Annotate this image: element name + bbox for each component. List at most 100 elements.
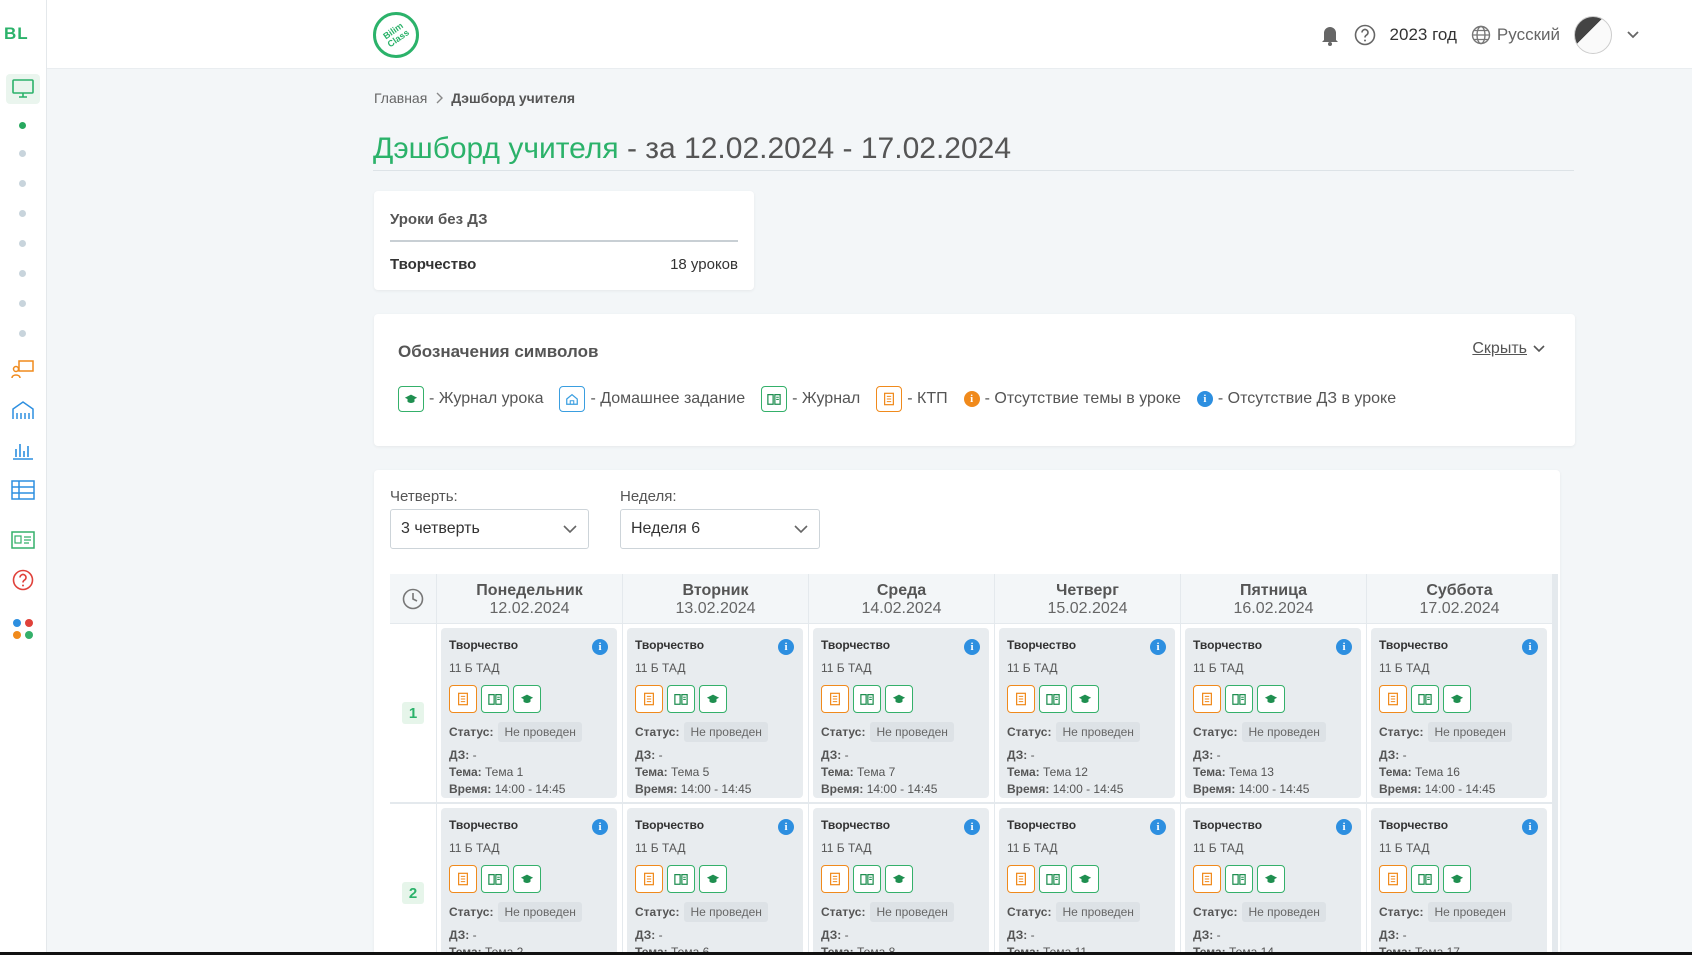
- lesson-status: Статус: Не проведен: [635, 722, 768, 742]
- journal-book-icon[interactable]: [1039, 685, 1067, 713]
- lesson-card[interactable]: Творчество i 11 Б ТАД Статус: Не проведен…: [1185, 808, 1361, 955]
- lesson-journal-cap-icon[interactable]: [1071, 685, 1099, 713]
- homework-house-icon: [559, 386, 586, 412]
- lesson-card[interactable]: Творчество i 11 Б ТАД Статус: Не проведен…: [1185, 628, 1361, 798]
- journal-book-icon[interactable]: [853, 685, 881, 713]
- ktp-document-icon[interactable]: [821, 685, 849, 713]
- brand-logo[interactable]: Bilim Class: [373, 12, 419, 58]
- lesson-card[interactable]: Творчество i 11 Б ТАД Статус: Не проведен…: [813, 808, 989, 955]
- question-icon[interactable]: [1354, 24, 1376, 46]
- hw-value: -: [1030, 748, 1035, 762]
- lesson-journal-cap-icon[interactable]: [1071, 865, 1099, 893]
- info-icon[interactable]: i: [1336, 639, 1352, 655]
- lesson-card[interactable]: Творчество i 11 Б ТАД Статус: Не проведен…: [627, 808, 803, 955]
- bell-icon[interactable]: [1320, 24, 1340, 46]
- sidebar-subitem-3[interactable]: [19, 180, 26, 187]
- sidebar-logo[interactable]: BL: [4, 24, 29, 44]
- lesson-journal-cap-icon[interactable]: [1257, 685, 1285, 713]
- status-label: Статус:: [1379, 725, 1424, 739]
- ktp-document-icon[interactable]: [1193, 865, 1221, 893]
- breadcrumb-home[interactable]: Главная: [374, 90, 427, 106]
- ktp-document-icon[interactable]: [1379, 685, 1407, 713]
- journal-book-icon[interactable]: [1039, 865, 1067, 893]
- lesson-card[interactable]: Творчество i 11 Б ТАД Статус: Не проведен…: [441, 628, 617, 798]
- journal-book-icon[interactable]: [481, 865, 509, 893]
- quarter-select[interactable]: 3 четверть: [390, 509, 589, 549]
- info-icon[interactable]: i: [1522, 819, 1538, 835]
- journal-book-icon[interactable]: [1225, 865, 1253, 893]
- info-icon[interactable]: i: [592, 819, 608, 835]
- lesson-journal-cap-icon[interactable]: [513, 865, 541, 893]
- year-selector[interactable]: 2023 год: [1390, 25, 1457, 45]
- sidebar-item-school[interactable]: [6, 395, 40, 425]
- lesson-class: 11 Б ТАД: [1007, 841, 1058, 855]
- sidebar-item-help[interactable]: [6, 565, 40, 595]
- lesson-journal-cap-icon[interactable]: [699, 865, 727, 893]
- hw-label: ДЗ:: [1007, 928, 1028, 942]
- ktp-document-icon[interactable]: [1379, 865, 1407, 893]
- lesson-subject: Творчество: [821, 638, 891, 652]
- sidebar-subitem-7[interactable]: [19, 300, 26, 307]
- lesson-journal-cap-icon[interactable]: [1443, 865, 1471, 893]
- lesson-card[interactable]: Творчество i 11 Б ТАД Статус: Не проведен…: [813, 628, 989, 798]
- info-icon[interactable]: i: [1150, 639, 1166, 655]
- sidebar-subitem-8[interactable]: [19, 330, 26, 337]
- sidebar-subitem-4[interactable]: [19, 210, 26, 217]
- sidebar-item-reports[interactable]: [6, 435, 40, 465]
- ktp-document-icon[interactable]: [635, 865, 663, 893]
- lesson-class: 11 Б ТАД: [449, 841, 500, 855]
- info-icon[interactable]: i: [964, 819, 980, 835]
- ktp-document-icon[interactable]: [1007, 685, 1035, 713]
- ktp-document-icon[interactable]: [821, 865, 849, 893]
- sidebar-item-journal[interactable]: [6, 525, 40, 555]
- lesson-card[interactable]: Творчество i 11 Б ТАД Статус: Не проведен…: [627, 628, 803, 798]
- info-icon[interactable]: i: [592, 639, 608, 655]
- lesson-journal-cap-icon[interactable]: [885, 685, 913, 713]
- globe-icon: [1471, 25, 1491, 45]
- lesson-journal-cap-icon[interactable]: [699, 685, 727, 713]
- info-icon[interactable]: i: [964, 639, 980, 655]
- info-icon[interactable]: i: [1336, 819, 1352, 835]
- lesson-subject: Творчество: [821, 818, 891, 832]
- journal-book-icon[interactable]: [481, 685, 509, 713]
- lesson-card[interactable]: Творчество i 11 Б ТАД Статус: Не проведен…: [441, 808, 617, 955]
- journal-book-icon[interactable]: [1225, 685, 1253, 713]
- week-select[interactable]: Неделя 6: [620, 509, 820, 549]
- chevron-down-icon[interactable]: [1626, 30, 1640, 40]
- sidebar-item-dashboard[interactable]: [6, 74, 40, 104]
- ktp-document-icon[interactable]: [449, 685, 477, 713]
- info-icon[interactable]: i: [778, 639, 794, 655]
- ktp-document-icon[interactable]: [635, 685, 663, 713]
- journal-book-icon[interactable]: [667, 685, 695, 713]
- ktp-document-icon[interactable]: [1007, 865, 1035, 893]
- info-icon[interactable]: i: [1150, 819, 1166, 835]
- lesson-card[interactable]: Творчество i 11 Б ТАД Статус: Не проведен…: [999, 628, 1175, 798]
- lesson-journal-cap-icon[interactable]: [1443, 685, 1471, 713]
- lesson-journal-cap-icon[interactable]: [1257, 865, 1285, 893]
- journal-book-icon[interactable]: [853, 865, 881, 893]
- lesson-card[interactable]: Творчество i 11 Б ТАД Статус: Не проведен…: [1371, 628, 1547, 798]
- sidebar-item-teacher[interactable]: [6, 354, 40, 384]
- sidebar-subitem-5[interactable]: [19, 240, 26, 247]
- journal-book-icon[interactable]: [1411, 685, 1439, 713]
- info-icon[interactable]: i: [778, 819, 794, 835]
- lesson-journal-cap-icon[interactable]: [885, 865, 913, 893]
- lesson-card[interactable]: Творчество i 11 Б ТАД Статус: Не проведен…: [1371, 808, 1547, 955]
- language-selector[interactable]: Русский: [1471, 25, 1560, 45]
- lesson-journal-cap-icon[interactable]: [513, 685, 541, 713]
- avatar[interactable]: [1574, 16, 1612, 54]
- clock-icon: [402, 588, 424, 609]
- journal-book-icon[interactable]: [1411, 865, 1439, 893]
- ktp-document-icon[interactable]: [449, 865, 477, 893]
- ktp-document-icon[interactable]: [1193, 685, 1221, 713]
- journal-book-icon[interactable]: [667, 865, 695, 893]
- sidebar-subitem-2[interactable]: [19, 150, 26, 157]
- topic-label: Тема:: [821, 765, 854, 779]
- sidebar-item-table[interactable]: [6, 475, 40, 505]
- sidebar-subitem-6[interactable]: [19, 270, 26, 277]
- legend-hide-toggle[interactable]: Скрыть: [1472, 340, 1545, 358]
- sidebar-item-apps[interactable]: [6, 614, 40, 644]
- sidebar-subitem-1[interactable]: [19, 122, 26, 129]
- info-icon[interactable]: i: [1522, 639, 1538, 655]
- lesson-card[interactable]: Творчество i 11 Б ТАД Статус: Не проведен…: [999, 808, 1175, 955]
